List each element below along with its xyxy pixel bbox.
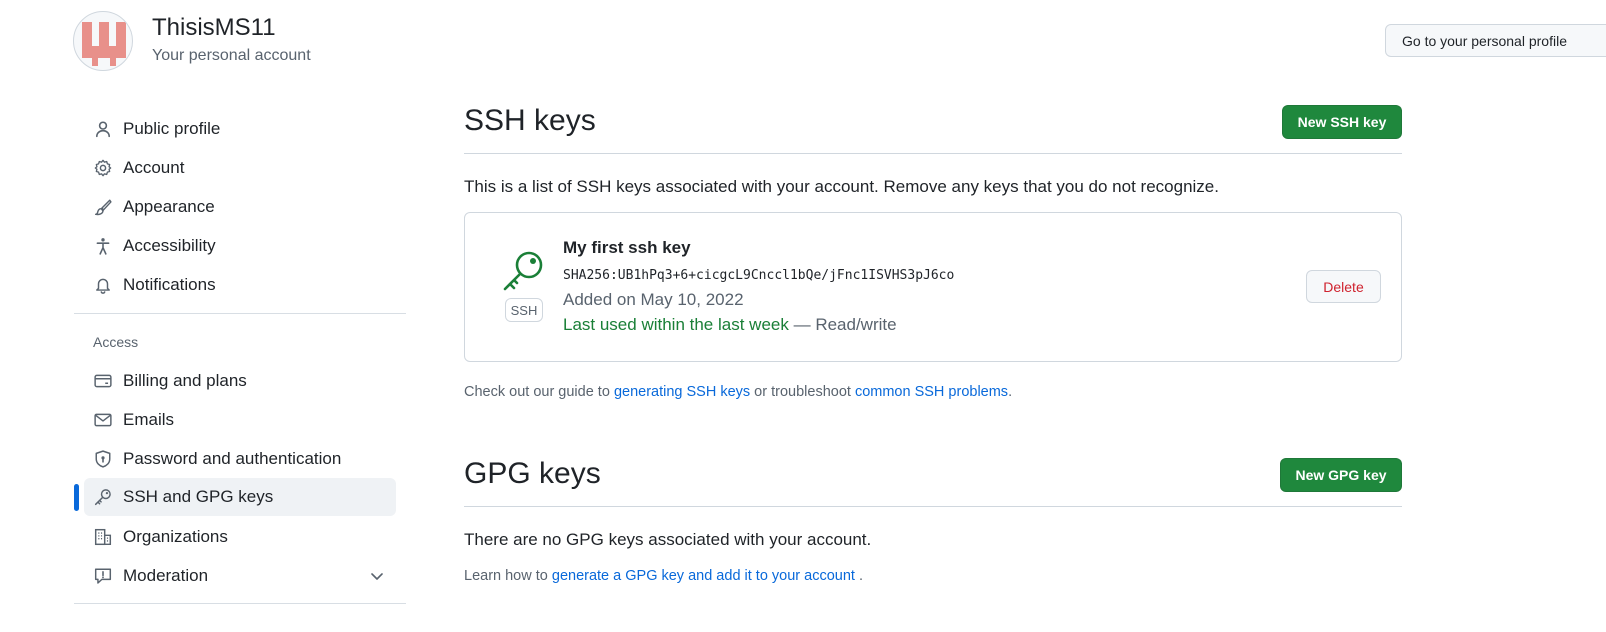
new-gpg-key-button[interactable]: New GPG key <box>1280 458 1402 492</box>
key-icon <box>503 251 543 291</box>
sidebar-item-label: Password and authentication <box>123 449 342 468</box>
key-added-date: Added on May 10, 2022 <box>563 290 744 309</box>
sidebar-item-label: Account <box>123 158 185 177</box>
key-last-used: Last used within the last week — Read/wr… <box>563 315 897 335</box>
shield-lock-icon <box>94 450 112 468</box>
accessibility-icon <box>94 237 112 255</box>
sidebar-item-emails[interactable]: Emails <box>84 401 396 439</box>
guide-prefix: Check out our guide to <box>464 384 614 400</box>
sidebar-item-moderation[interactable]: Moderation <box>84 557 396 595</box>
sidebar-item-label: SSH and GPG keys <box>123 487 274 506</box>
identicon-image <box>82 22 126 66</box>
key-access-level: — Read/write <box>793 315 897 334</box>
gear-icon <box>94 159 112 177</box>
report-icon <box>94 567 112 585</box>
sidebar-divider <box>74 313 406 314</box>
key-title: My first ssh key <box>563 238 691 257</box>
paintbrush-icon <box>94 198 112 216</box>
sidebar-section-heading: Access <box>93 334 139 350</box>
learn-suffix: . <box>854 568 864 584</box>
account-name: ThisisMS11 <box>152 14 276 41</box>
sidebar-item-label: Organizations <box>123 527 228 546</box>
generating-ssh-keys-link[interactable]: generating SSH keys <box>614 384 750 400</box>
guide-suffix: . <box>1008 384 1013 400</box>
ssh-key-card <box>464 212 1402 362</box>
sidebar-item-account[interactable]: Account <box>84 149 396 187</box>
ssh-description: This is a list of SSH keys associated wi… <box>464 177 1219 196</box>
sidebar-item-label: Moderation <box>123 566 209 585</box>
new-ssh-key-button[interactable]: New SSH key <box>1282 105 1402 139</box>
learn-prefix: Learn how to <box>464 568 552 584</box>
sidebar-item-organizations[interactable]: Organizations <box>84 518 396 556</box>
sidebar-item-notifications[interactable]: Notifications <box>84 266 396 304</box>
delete-key-button[interactable]: Delete <box>1306 270 1381 303</box>
sidebar-item-ssh-gpg-keys[interactable]: SSH and GPG keys <box>84 478 396 516</box>
guide-middle: or troubleshoot <box>750 384 855 400</box>
sidebar-item-public-profile[interactable]: Public profile <box>84 110 396 148</box>
chevron-down-icon[interactable] <box>369 568 385 584</box>
active-indicator <box>74 484 79 511</box>
sidebar-item-label: Appearance <box>123 197 215 216</box>
section-divider <box>464 506 1402 507</box>
key-last-used-text: Last used within the last week <box>563 315 789 334</box>
mail-icon <box>94 411 112 429</box>
person-icon <box>94 120 112 138</box>
sidebar-item-label: Billing and plans <box>123 371 247 390</box>
key-fingerprint: SHA256:UB1hPq3+6+cicgcL9Cnccl1bQe/jFnc1I… <box>563 268 955 283</box>
organization-icon <box>94 528 112 546</box>
gpg-keys-title: GPG keys <box>464 457 601 490</box>
sidebar-item-label: Emails <box>123 410 175 429</box>
sidebar-item-billing[interactable]: Billing and plans <box>84 362 396 400</box>
sidebar-item-label: Accessibility <box>123 236 216 255</box>
sidebar-item-appearance[interactable]: Appearance <box>84 188 396 226</box>
gpg-learn-text: Learn how to generate a GPG key and add … <box>464 568 863 584</box>
ssh-guide-text: Check out our guide to generating SSH ke… <box>464 384 1012 400</box>
go-to-profile-button[interactable]: Go to your personal profile <box>1385 24 1606 57</box>
avatar[interactable] <box>73 11 133 71</box>
sidebar-divider <box>74 603 406 604</box>
generate-gpg-key-link[interactable]: generate a GPG key and add it to your ac… <box>552 568 855 584</box>
credit-card-icon <box>94 372 112 390</box>
account-subtitle: Your personal account <box>152 47 311 64</box>
common-ssh-problems-link[interactable]: common SSH problems <box>855 384 1008 400</box>
sidebar-item-label: Public profile <box>123 119 221 138</box>
ssh-badge: SSH <box>505 298 543 322</box>
key-icon <box>94 488 112 506</box>
section-divider <box>464 153 1402 154</box>
bell-icon <box>94 276 112 294</box>
sidebar-item-password-auth[interactable]: Password and authentication <box>84 440 396 478</box>
ssh-keys-title: SSH keys <box>464 104 596 137</box>
gpg-description: There are no GPG keys associated with yo… <box>464 530 872 549</box>
sidebar-item-label: Notifications <box>123 275 216 294</box>
sidebar-item-accessibility[interactable]: Accessibility <box>84 227 396 265</box>
